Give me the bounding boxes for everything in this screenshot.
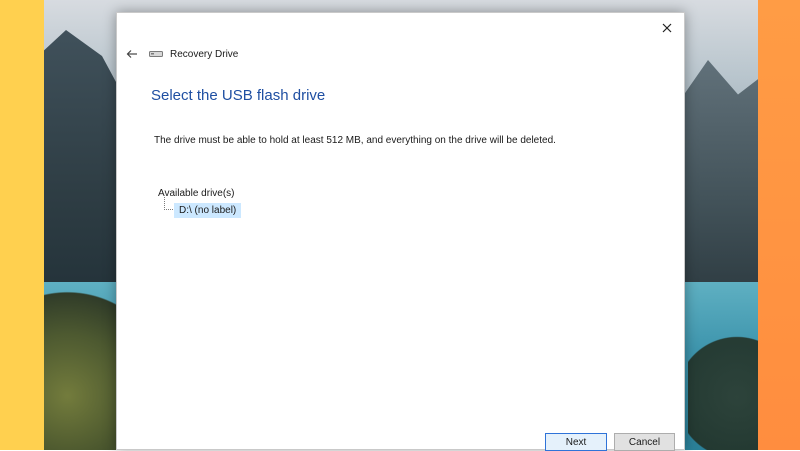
drive-tree-root-label: Available drive(s) — [158, 188, 235, 199]
window-title-bar: Recovery Drive — [149, 46, 238, 62]
back-button[interactable] — [123, 45, 141, 63]
cancel-button[interactable]: Cancel — [614, 433, 675, 451]
right-frame — [758, 0, 800, 450]
drive-item-label: D:\ (no label) — [174, 202, 242, 218]
next-button[interactable]: Next — [545, 433, 607, 451]
back-arrow-icon — [126, 50, 137, 58]
recovery-drive-dialog: Recovery Drive Select the USB flash driv… — [116, 12, 685, 451]
tree-connector — [164, 197, 173, 210]
page-heading: Select the USB flash drive — [151, 87, 326, 104]
page-description: The drive must be able to hold at least … — [154, 135, 556, 146]
close-icon — [662, 23, 672, 33]
drive-icon — [149, 51, 163, 57]
wallpaper-foliage-right — [688, 300, 758, 450]
wallpaper-foliage-left — [44, 270, 122, 450]
drive-tree-item[interactable]: D:\ (no label) — [164, 197, 364, 218]
close-button[interactable] — [656, 17, 678, 39]
window-title: Recovery Drive — [170, 48, 239, 60]
drive-tree: Available drive(s) D:\ (no label) — [158, 188, 358, 218]
left-frame — [0, 0, 44, 450]
